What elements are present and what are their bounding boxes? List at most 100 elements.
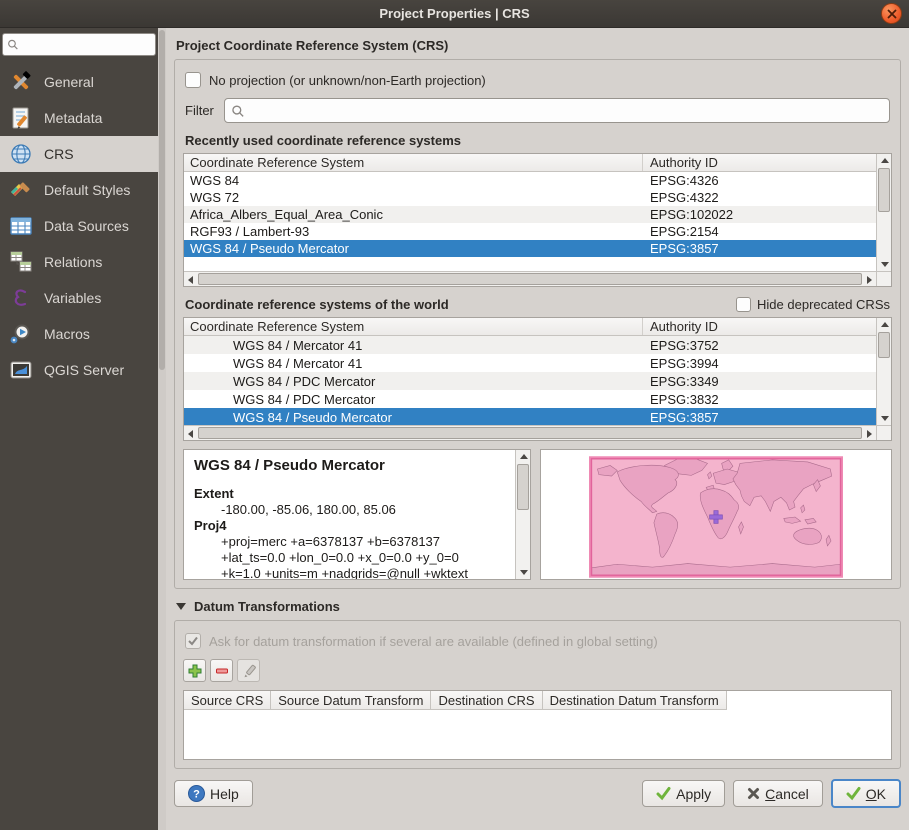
column-header-crs[interactable]: Coordinate Reference System <box>184 154 643 171</box>
apply-button[interactable]: Apply <box>642 780 725 807</box>
gear-play-icon <box>9 322 33 346</box>
crs-details-panel: WGS 84 / Pseudo Mercator Extent -180.00,… <box>183 449 531 580</box>
search-icon <box>231 104 245 118</box>
add-transform-button[interactable] <box>183 659 206 682</box>
sidebar-item-qgis-server[interactable]: QGIS Server <box>0 352 158 388</box>
table-row[interactable]: WGS 72EPSG:4322 <box>184 189 876 206</box>
edit-transform-button[interactable] <box>237 659 260 682</box>
check-icon <box>846 786 861 801</box>
column-header-source-crs[interactable]: Source CRS <box>184 691 271 710</box>
vertical-scrollbar[interactable] <box>876 318 891 425</box>
sidebar-item-variables[interactable]: Variables <box>0 280 158 316</box>
scrollbar-handle[interactable] <box>198 427 862 439</box>
sidebar-item-label: QGIS Server <box>44 362 124 378</box>
selected-crs-name: WGS 84 / Pseudo Mercator <box>194 457 510 474</box>
table-row[interactable]: WGS 84EPSG:4326 <box>184 172 876 189</box>
table-row[interactable]: WGS 84 / Mercator 41EPSG:3752 <box>184 336 876 354</box>
sidebar-item-label: Macros <box>44 326 90 342</box>
collapse-arrow-icon[interactable] <box>176 603 186 610</box>
sidebar-scrollbar[interactable] <box>158 28 166 830</box>
proj4-line: +lat_ts=0.0 +lon_0=0.0 +x_0=0.0 +y_0=0 <box>194 550 510 566</box>
sidebar-item-relations[interactable]: Relations <box>0 244 158 280</box>
ok-button[interactable]: OK <box>831 779 901 808</box>
scrollbar-handle[interactable] <box>198 273 862 285</box>
scroll-right-icon[interactable] <box>867 276 872 284</box>
titlebar[interactable]: Project Properties | CRS <box>0 0 909 28</box>
sidebar-item-data-sources[interactable]: Data Sources <box>0 208 158 244</box>
table-row[interactable]: WGS 84 / PDC MercatorEPSG:3832 <box>184 390 876 408</box>
vertical-scrollbar[interactable] <box>515 450 530 579</box>
world-map-pink <box>589 456 843 578</box>
no-projection-label: No projection (or unknown/non-Earth proj… <box>209 73 486 88</box>
epsilon-icon <box>9 286 33 310</box>
scroll-up-icon[interactable] <box>881 322 889 327</box>
sidebar-item-crs[interactable]: CRS <box>0 136 158 172</box>
no-projection-checkbox[interactable] <box>185 72 201 88</box>
sidebar-search-input[interactable] <box>23 37 151 52</box>
sidebar-item-default-styles[interactable]: Default Styles <box>0 172 158 208</box>
horizontal-scrollbar[interactable] <box>184 425 876 440</box>
table-row[interactable]: RGF93 / Lambert-93EPSG:2154 <box>184 223 876 240</box>
proj4-line: +proj=merc +a=6378137 +b=6378137 <box>194 534 510 550</box>
crs-extent-map-preview <box>540 449 892 580</box>
table-row-selected[interactable]: WGS 84 / Pseudo MercatorEPSG:3857 <box>184 240 876 257</box>
hide-deprecated-checkbox[interactable] <box>736 297 751 312</box>
world-crs-table: Coordinate Reference System Authority ID… <box>183 317 892 441</box>
help-button[interactable]: ? Help <box>174 780 253 807</box>
datum-section-title: Datum Transformations <box>194 599 340 614</box>
column-header-source-transform[interactable]: Source Datum Transform <box>271 691 431 710</box>
ask-datum-checkbox <box>185 633 201 649</box>
table-row[interactable]: WGS 84 / Mercator 41EPSG:3994 <box>184 354 876 372</box>
cancel-button[interactable]: Cancel <box>733 780 823 807</box>
horizontal-scrollbar[interactable] <box>184 271 876 286</box>
scroll-right-icon[interactable] <box>867 430 872 438</box>
table-row[interactable]: Africa_Albers_Equal_Area_ConicEPSG:10202… <box>184 206 876 223</box>
ask-datum-label: Ask for datum transformation if several … <box>209 634 658 649</box>
scroll-left-icon[interactable] <box>188 430 193 438</box>
x-icon <box>747 787 760 800</box>
hide-deprecated-label: Hide deprecated CRSs <box>757 297 890 312</box>
datum-group-frame: Ask for datum transformation if several … <box>174 620 901 769</box>
scrollbar-handle[interactable] <box>517 464 529 510</box>
column-header-dest-crs[interactable]: Destination CRS <box>431 691 542 710</box>
sidebar-item-macros[interactable]: Macros <box>0 316 158 352</box>
scroll-up-icon[interactable] <box>520 454 528 459</box>
column-header-authority[interactable]: Authority ID <box>643 154 876 171</box>
check-icon <box>656 786 671 801</box>
sidebar-item-label: Default Styles <box>44 182 130 198</box>
scroll-down-icon[interactable] <box>520 570 528 575</box>
table-icon <box>9 214 33 238</box>
datum-section-header[interactable]: Datum Transformations <box>176 599 901 614</box>
vertical-scrollbar[interactable] <box>876 154 891 271</box>
crs-group-frame: No projection (or unknown/non-Earth proj… <box>174 59 901 589</box>
scroll-down-icon[interactable] <box>881 416 889 421</box>
column-header-crs[interactable]: Coordinate Reference System <box>184 318 643 335</box>
sidebar-scrollbar-handle[interactable] <box>159 30 165 370</box>
crs-filter-box[interactable] <box>224 98 890 123</box>
crs-filter-input[interactable] <box>249 103 883 118</box>
scroll-left-icon[interactable] <box>188 276 193 284</box>
proj4-label: Proj4 <box>194 518 510 534</box>
svg-text:?: ? <box>193 789 200 801</box>
scrollbar-handle[interactable] <box>878 332 890 358</box>
relations-icon <box>9 250 33 274</box>
scroll-up-icon[interactable] <box>881 158 889 163</box>
project-properties-dialog: Project Properties | CRS General Meta <box>0 0 909 830</box>
column-header-dest-transform[interactable]: Destination Datum Transform <box>543 691 727 710</box>
table-row-selected[interactable]: WGS 84 / Pseudo MercatorEPSG:3857 <box>184 408 876 426</box>
server-image-icon <box>9 358 33 382</box>
scroll-down-icon[interactable] <box>881 262 889 267</box>
sidebar-search-box[interactable] <box>2 33 156 56</box>
sidebar-item-metadata[interactable]: Metadata <box>0 100 158 136</box>
filter-label: Filter <box>185 103 214 118</box>
sidebar-item-general[interactable]: General <box>0 64 158 100</box>
sidebar-item-label: Variables <box>44 290 101 306</box>
remove-transform-button[interactable] <box>210 659 233 682</box>
close-button[interactable] <box>881 3 902 24</box>
table-row[interactable]: WGS 84 / PDC MercatorEPSG:3349 <box>184 372 876 390</box>
settings-sidebar: General Metadata CRS Default Styles <box>0 28 158 830</box>
scrollbar-handle[interactable] <box>878 168 890 212</box>
window-title: Project Properties | CRS <box>379 6 529 21</box>
scrollbar-corner <box>876 271 891 286</box>
column-header-authority[interactable]: Authority ID <box>643 318 876 335</box>
